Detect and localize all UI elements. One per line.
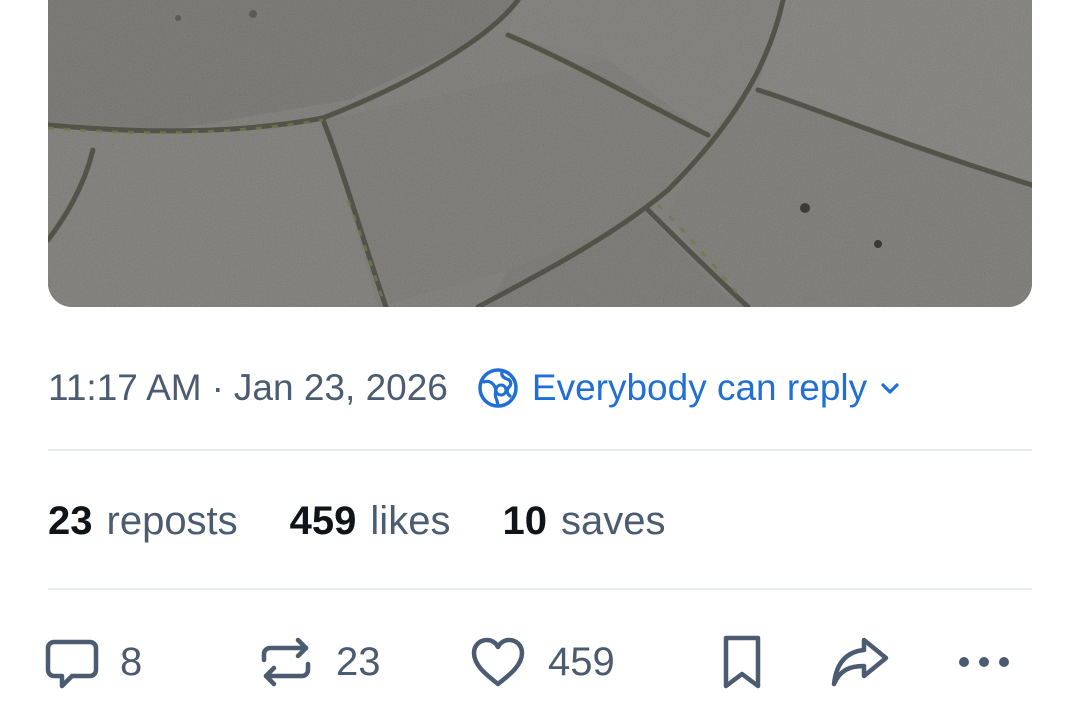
share-icon xyxy=(831,637,889,687)
reply-icon xyxy=(45,639,99,689)
reposts-stat[interactable]: 23 reposts xyxy=(48,499,238,544)
reply-setting-label: Everybody can reply xyxy=(531,367,868,408)
chevron-down-icon xyxy=(881,383,899,394)
post-time: 11:17 AM xyxy=(48,367,202,408)
divider xyxy=(48,588,1032,590)
bookmark-icon xyxy=(723,635,761,689)
likes-stat[interactable]: 459 likes xyxy=(290,499,451,544)
bookmark-button[interactable] xyxy=(716,630,768,694)
like-button[interactable]: 459 xyxy=(468,630,615,694)
meta-separator: · xyxy=(211,367,224,408)
saves-count: 10 xyxy=(502,498,547,543)
heart-icon xyxy=(471,637,525,687)
action-bar: 8 23 459 xyxy=(44,630,1034,694)
reply-count: 8 xyxy=(120,639,143,684)
globe-icon xyxy=(478,368,518,408)
post-detail: 11:17 AM · Jan 23, 2026 Everybody can re… xyxy=(0,0,1078,719)
divider xyxy=(48,449,1032,451)
share-button[interactable] xyxy=(828,630,892,694)
repost-icon xyxy=(261,637,311,687)
reposts-count: 23 xyxy=(48,498,93,543)
saves-stat[interactable]: 10 saves xyxy=(502,499,665,544)
repost-count: 23 xyxy=(336,639,381,684)
likes-label: likes xyxy=(370,498,451,543)
like-count: 459 xyxy=(548,639,615,684)
repost-button[interactable]: 23 xyxy=(256,630,381,694)
saves-label: saves xyxy=(560,498,666,543)
post-image[interactable] xyxy=(48,0,1032,307)
post-meta: 11:17 AM · Jan 23, 2026 Everybody can re… xyxy=(48,362,901,414)
reply-button[interactable]: 8 xyxy=(44,630,142,694)
likes-count: 459 xyxy=(289,498,357,543)
reposts-label: reposts xyxy=(106,498,238,543)
post-date: Jan 23, 2026 xyxy=(233,367,448,408)
reply-setting-button[interactable]: Everybody can reply xyxy=(476,366,901,410)
more-icon xyxy=(959,657,1009,667)
post-stats: 23 reposts 459 likes 10 saves xyxy=(48,494,717,548)
more-button[interactable] xyxy=(952,630,1016,694)
paving-stones-photo xyxy=(48,0,1032,307)
